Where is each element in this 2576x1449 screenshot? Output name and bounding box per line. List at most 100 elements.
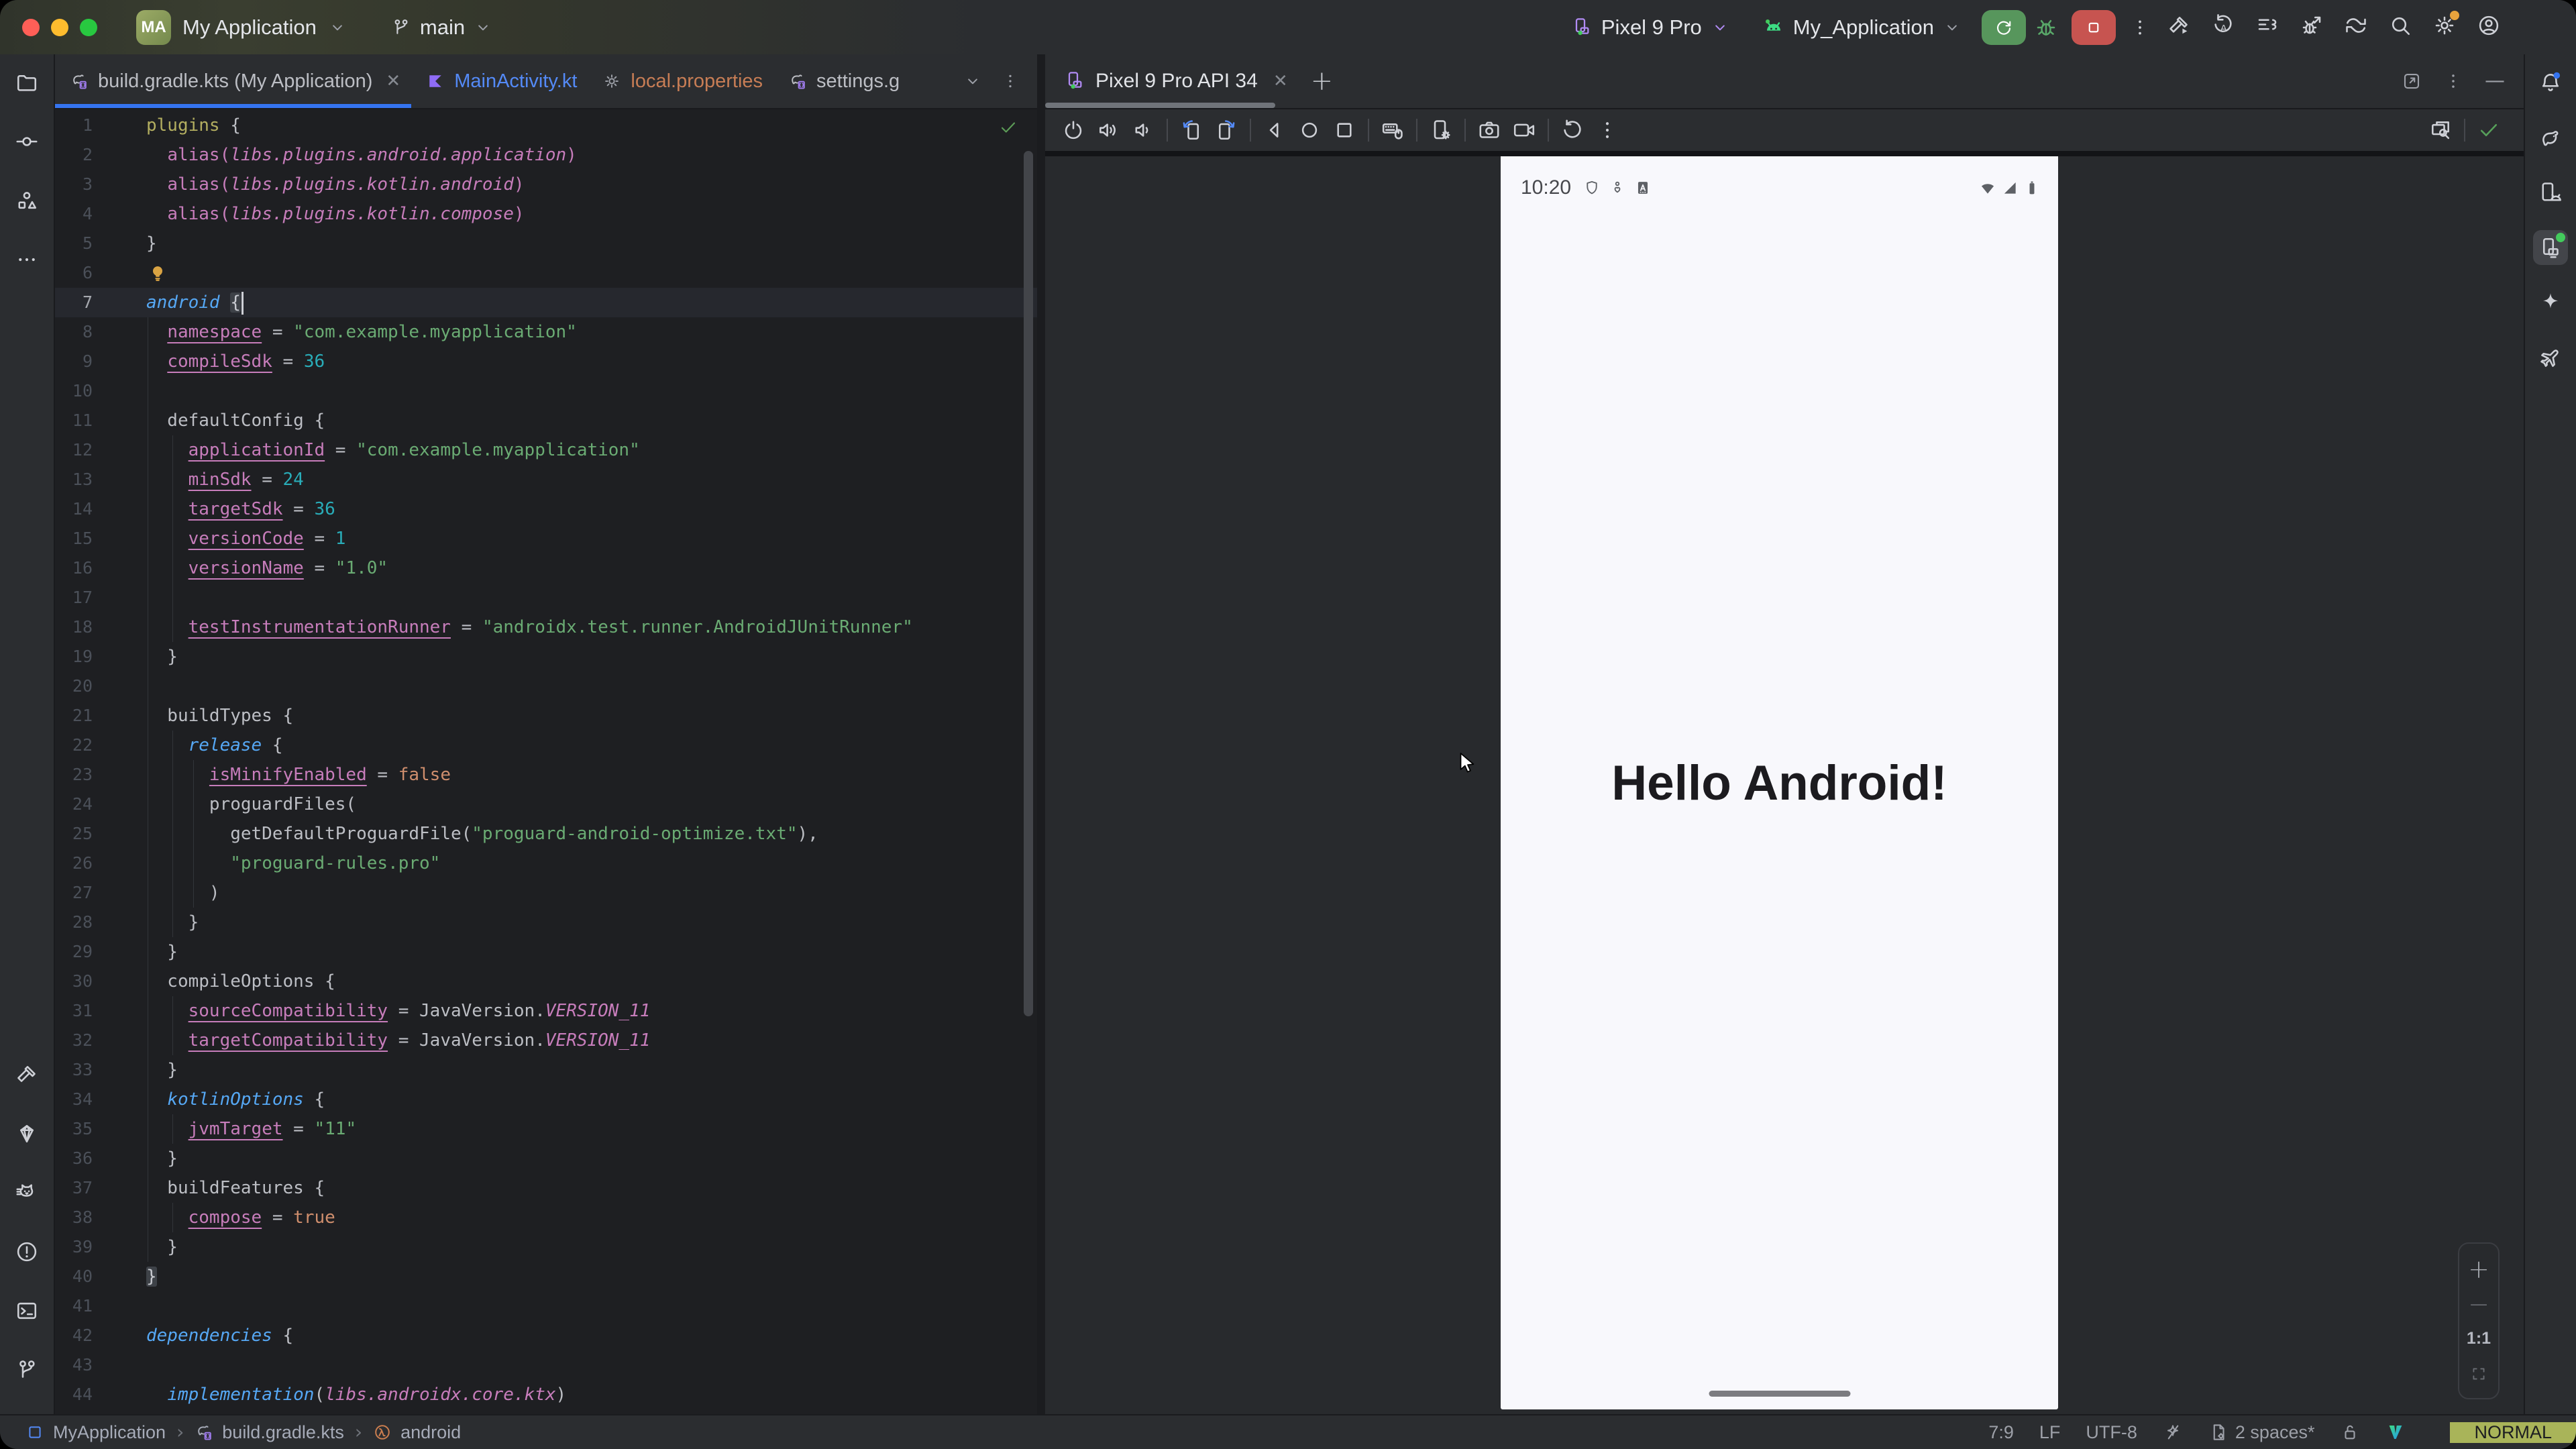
line-number[interactable]: 27 xyxy=(55,878,93,908)
line-number[interactable]: 24 xyxy=(55,790,93,819)
line-number[interactable]: 2 xyxy=(55,140,93,170)
line-number[interactable]: 20 xyxy=(55,672,93,701)
caret-position[interactable]: 7:9 xyxy=(1988,1422,2014,1443)
code-line[interactable]: } xyxy=(146,1055,1037,1085)
device-settings-icon[interactable] xyxy=(1429,118,1453,142)
sync-gradle-button[interactable] xyxy=(2344,13,2368,41)
line-number[interactable]: 36 xyxy=(55,1144,93,1173)
open-in-new-window-icon[interactable] xyxy=(2402,71,2422,91)
line-number[interactable]: 28 xyxy=(55,908,93,937)
code-line[interactable]: jvmTarget = "11" xyxy=(146,1114,1037,1144)
line-number[interactable]: 16 xyxy=(55,553,93,583)
problems-button[interactable] xyxy=(9,1234,44,1269)
file-encoding[interactable]: UTF-8 xyxy=(2086,1422,2137,1443)
vcs-branch-widget[interactable]: main xyxy=(391,15,492,40)
code-editor[interactable]: 1234567891011121314151617181920212223242… xyxy=(55,109,1037,1414)
profile-button[interactable] xyxy=(2477,13,2501,41)
code-line[interactable] xyxy=(146,258,1037,288)
code-line[interactable]: defaultConfig { xyxy=(146,406,1037,435)
device-tab[interactable]: Pixel 9 Pro API 34 ✕ xyxy=(1045,70,1296,93)
code-line[interactable] xyxy=(146,1350,1037,1380)
apply-changes-button[interactable]: A xyxy=(2211,13,2235,41)
breadcrumb-file[interactable]: build.gradle.kts xyxy=(195,1422,344,1443)
line-number[interactable]: 42 xyxy=(55,1321,93,1350)
actual-size-button[interactable]: 1:1 xyxy=(2467,1329,2491,1348)
line-number[interactable]: 10 xyxy=(55,376,93,406)
line-number[interactable]: 8 xyxy=(55,317,93,347)
commit-button[interactable] xyxy=(9,124,44,159)
device-manager-button[interactable] xyxy=(2533,175,2568,210)
rerun-button[interactable] xyxy=(1982,10,2026,45)
code-line[interactable] xyxy=(146,1291,1037,1321)
more-h-button[interactable] xyxy=(9,242,44,277)
build-button[interactable] xyxy=(9,1057,44,1092)
overview-icon[interactable] xyxy=(1332,118,1356,142)
ai-assistant-disabled-icon[interactable] xyxy=(2163,1422,2183,1442)
tab-settings-gradle[interactable]: settings.g xyxy=(773,54,910,108)
tab-options-icon[interactable] xyxy=(1001,72,1020,91)
structure-button[interactable] xyxy=(9,183,44,218)
code-line[interactable]: testInstrumentationRunner = "androidx.te… xyxy=(146,612,1037,642)
zoom-to-fit-icon[interactable] xyxy=(2470,1365,2487,1383)
vim-icon[interactable] xyxy=(2385,1422,2406,1442)
vim-mode-badge[interactable]: NORMAL xyxy=(2450,1422,2576,1443)
project-widget[interactable]: MA My Application xyxy=(136,10,347,45)
code-line[interactable]: buildTypes { xyxy=(146,701,1037,731)
tab-local-properties[interactable]: local.properties xyxy=(588,54,773,108)
line-number[interactable]: 17 xyxy=(55,583,93,612)
lock-open-icon[interactable] xyxy=(2340,1422,2360,1442)
inspections-ok-icon[interactable] xyxy=(998,117,1018,138)
line-number[interactable]: 19 xyxy=(55,642,93,672)
code-line[interactable]: alias(libs.plugins.kotlin.android) xyxy=(146,170,1037,199)
code-line[interactable]: kotlinOptions { xyxy=(146,1085,1037,1114)
screenshot-search-icon[interactable] xyxy=(2428,118,2453,142)
logcat-button[interactable] xyxy=(9,1175,44,1210)
panel-options-icon[interactable] xyxy=(2443,71,2463,91)
code-line[interactable]: } xyxy=(146,908,1037,937)
close-device-tab-icon[interactable]: ✕ xyxy=(1273,72,1288,90)
code-line[interactable]: plugins { xyxy=(146,111,1037,140)
code-line[interactable]: namespace = "com.example.myapplication" xyxy=(146,317,1037,347)
line-number[interactable]: 44 xyxy=(55,1380,93,1409)
lightbulb-icon[interactable] xyxy=(148,264,168,284)
device-selector[interactable]: Pixel 9 Pro xyxy=(1571,15,1729,40)
line-number[interactable]: 38 xyxy=(55,1203,93,1232)
code-line[interactable]: implementation(libs.androidx.core.ktx) xyxy=(146,1380,1037,1409)
code-line[interactable]: proguardFiles( xyxy=(146,790,1037,819)
code-line[interactable]: targetCompatibility = JavaVersion.VERSIO… xyxy=(146,1026,1037,1055)
project-button[interactable] xyxy=(9,65,44,100)
hardware-input-icon[interactable] xyxy=(1381,118,1405,142)
search-everywhere-button[interactable] xyxy=(2388,13,2412,41)
line-number[interactable]: 15 xyxy=(55,524,93,553)
code-line[interactable]: release { xyxy=(146,731,1037,760)
zoom-out-button[interactable]: − xyxy=(2468,1297,2489,1312)
gemini-button[interactable] xyxy=(2533,285,2568,320)
close-window-button[interactable] xyxy=(22,19,40,36)
code-line[interactable]: alias(libs.plugins.kotlin.compose) xyxy=(146,199,1037,229)
editor-scrollbar[interactable] xyxy=(1024,151,1033,1016)
gradle-button[interactable] xyxy=(2533,120,2568,155)
code-line[interactable]: ) xyxy=(146,878,1037,908)
more-run-options-button[interactable] xyxy=(2129,17,2151,38)
check-icon[interactable] xyxy=(2477,118,2501,142)
stop-button[interactable] xyxy=(2072,10,2116,45)
app-insights-button[interactable] xyxy=(2533,340,2568,375)
line-number[interactable]: 41 xyxy=(55,1291,93,1321)
line-number[interactable]: 31 xyxy=(55,996,93,1026)
line-number[interactable]: 37 xyxy=(55,1173,93,1203)
line-number[interactable]: 25 xyxy=(55,819,93,849)
more-vert-icon[interactable] xyxy=(1595,118,1619,142)
line-number[interactable]: 13 xyxy=(55,465,93,494)
running-devices-button[interactable] xyxy=(2533,230,2568,265)
build-project-button[interactable] xyxy=(2167,13,2191,41)
line-separator[interactable]: LF xyxy=(2039,1422,2061,1443)
line-number[interactable]: 14 xyxy=(55,494,93,524)
reset-view-icon[interactable] xyxy=(1560,118,1585,142)
apply-code-changes-button[interactable] xyxy=(2255,13,2279,41)
settings-button[interactable] xyxy=(2432,13,2457,41)
zoom-in-button[interactable]: + xyxy=(2468,1259,2489,1279)
terminal-button[interactable] xyxy=(9,1293,44,1328)
line-number[interactable]: 29 xyxy=(55,937,93,967)
code-line[interactable]: } xyxy=(146,937,1037,967)
notifications-button[interactable] xyxy=(2533,65,2568,100)
